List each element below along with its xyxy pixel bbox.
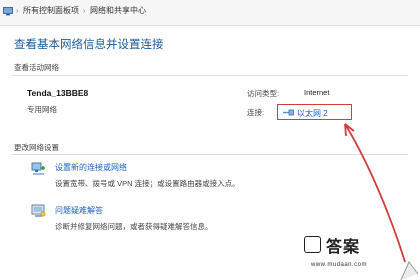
- breadcrumb-all-control-panel-items[interactable]: 所有控制面板项: [23, 7, 79, 15]
- network-center-icon: [3, 7, 13, 16]
- breadcrumb-separator-icon: ›: [16, 8, 19, 15]
- network-name: Tenda_13BBE8: [27, 88, 89, 98]
- setup-new-connection-link[interactable]: 设置新的连接或网络: [55, 162, 127, 173]
- active-networks-heading: 查看活动网络: [14, 63, 59, 72]
- troubleshoot-problems-description: 诊断并修复网络问题，或者获得疑难解答信息。: [55, 222, 213, 231]
- network-type: 专用网络: [27, 105, 57, 114]
- breadcrumb-separator-icon: ›: [83, 8, 86, 15]
- ethernet-connection-link[interactable]: 以太网 2: [277, 104, 352, 120]
- change-settings-heading: 更改网络设置: [14, 143, 59, 152]
- troubleshoot-icon: [31, 204, 46, 217]
- address-bar: › 所有控制面板项 › 网络和共享中心: [0, 0, 420, 26]
- access-type-value: Internet: [304, 88, 330, 97]
- setup-new-connection-description: 设置宽带、拨号或 VPN 连接；或设置路由器或接入点。: [55, 179, 240, 188]
- access-type-label: 访问类型:: [247, 89, 280, 98]
- troubleshoot-problems-link[interactable]: 问题疑难解答: [55, 205, 103, 216]
- breadcrumb-network-sharing-center[interactable]: 网络和共享中心: [90, 7, 146, 15]
- page-title: 查看基本网络信息并设置连接: [14, 39, 164, 51]
- watermark-logo-icon: [304, 236, 321, 253]
- section-divider: [12, 75, 408, 76]
- ethernet-icon: [283, 109, 294, 116]
- ethernet-connection-label[interactable]: 以太网 2: [297, 108, 328, 119]
- network-setup-icon: [31, 162, 45, 175]
- watermark-url: www.mudaan.com: [311, 262, 368, 268]
- section-divider: [12, 154, 408, 155]
- watermark-text: 答案: [326, 239, 361, 256]
- connections-label: 连接:: [247, 108, 265, 117]
